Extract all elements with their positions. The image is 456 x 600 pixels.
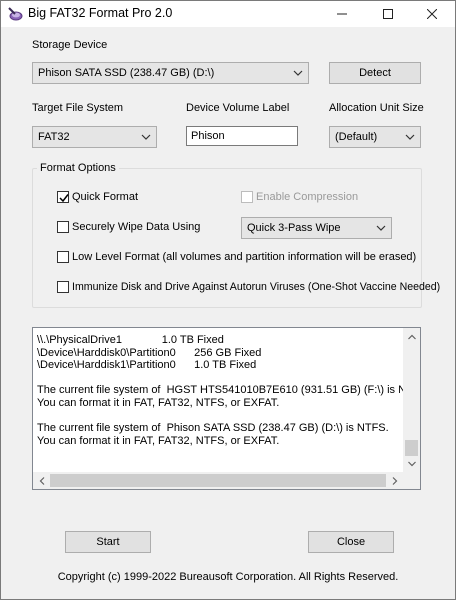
immunize-label[interactable]: Immunize Disk and Drive Against Autorun … [72,281,440,293]
scrollbar-corner [403,472,420,489]
format-options-title: Format Options [37,162,119,174]
maximize-icon [383,9,393,19]
immunize-checkbox[interactable] [57,281,69,293]
storage-device-label: Storage Device [32,39,108,51]
start-button[interactable]: Start [65,531,151,553]
low-level-format-checkbox[interactable] [57,251,69,263]
window-title: Big FAT32 Format Pro 2.0 [28,6,173,20]
secure-wipe-label[interactable]: Securely Wipe Data Using [72,221,200,233]
horizontal-scroll-thumb[interactable] [50,474,386,487]
minimize-button[interactable] [319,1,365,27]
title-bar[interactable]: Big FAT32 Format Pro 2.0 [1,1,455,27]
log-line: \Device\Harddisk0\Partition0 256 GB Fixe… [37,346,262,359]
log-line: You can format it in FAT, FAT32, NTFS, o… [37,396,280,409]
volume-label-label: Device Volume Label [186,102,290,114]
quick-format-checkbox[interactable] [57,191,69,203]
checkmark-icon [59,194,69,203]
chevron-down-icon [293,70,303,76]
copyright-text: Copyright (c) 1999-2022 Bureausoft Corpo… [57,571,399,583]
low-level-format-label[interactable]: Low Level Format (all volumes and partit… [72,251,416,263]
minimize-icon [337,13,347,15]
wipe-method-select[interactable]: Quick 3-Pass Wipe [241,217,392,239]
log-lines: \\.\PhysicalDrive1 1.0 TB Fixed \Device\… [37,334,421,447]
quick-format-label[interactable]: Quick Format [72,191,138,203]
close-icon [427,9,437,19]
chevron-left-icon [39,476,44,485]
chevron-down-icon [405,134,415,140]
enable-compression-checkbox [241,191,253,203]
log-line: You can format it in FAT, FAT32, NTFS, o… [37,434,280,447]
app-window: Big FAT32 Format Pro 2.0 Storage Device … [0,0,456,600]
chevron-up-icon [407,334,416,339]
close-button[interactable]: Close [308,531,394,553]
chevron-right-icon [392,476,397,485]
alloc-unit-select[interactable]: (Default) [329,126,421,148]
alloc-unit-label: Allocation Unit Size [329,102,424,114]
log-line: \\.\PhysicalDrive1 1.0 TB Fixed [37,334,224,346]
chevron-down-icon [376,225,386,231]
maximize-button[interactable] [365,1,411,27]
log-line: \Device\Harddisk1\Partition0 1.0 TB Fixe… [37,359,257,372]
chevron-down-icon [407,461,416,466]
scroll-right-button[interactable] [386,472,403,489]
wipe-method-value: Quick 3-Pass Wipe [247,222,341,234]
log-line: The current file system of HGST HTS54101… [37,384,421,397]
volume-label-value: Phison [191,130,225,142]
enable-compression-label: Enable Compression [256,191,359,203]
scroll-down-button[interactable] [403,455,420,472]
alloc-unit-value: (Default) [335,131,378,143]
scroll-left-button[interactable] [33,472,50,489]
storage-device-value: Phison SATA SSD (238.47 GB) (D:\) [38,67,215,79]
target-fs-select[interactable]: FAT32 [32,126,157,148]
horizontal-scrollbar[interactable] [33,472,403,489]
scroll-up-button[interactable] [403,328,420,345]
close-window-button[interactable] [409,1,455,27]
chevron-down-icon [141,134,151,140]
target-fs-value: FAT32 [38,131,70,143]
vertical-scrollbar[interactable] [403,328,420,472]
volume-label-input[interactable]: Phison [186,126,298,146]
detect-button[interactable]: Detect [329,62,421,84]
storage-device-select[interactable]: Phison SATA SSD (238.47 GB) (D:\) [32,62,309,84]
log-output[interactable]: \\.\PhysicalDrive1 1.0 TB Fixed \Device\… [32,327,421,490]
target-fs-label: Target File System [32,102,124,114]
log-line: The current file system of Phison SATA S… [37,422,389,435]
app-logo-icon [7,6,23,22]
vertical-scroll-thumb[interactable] [405,440,418,456]
secure-wipe-checkbox[interactable] [57,221,69,233]
